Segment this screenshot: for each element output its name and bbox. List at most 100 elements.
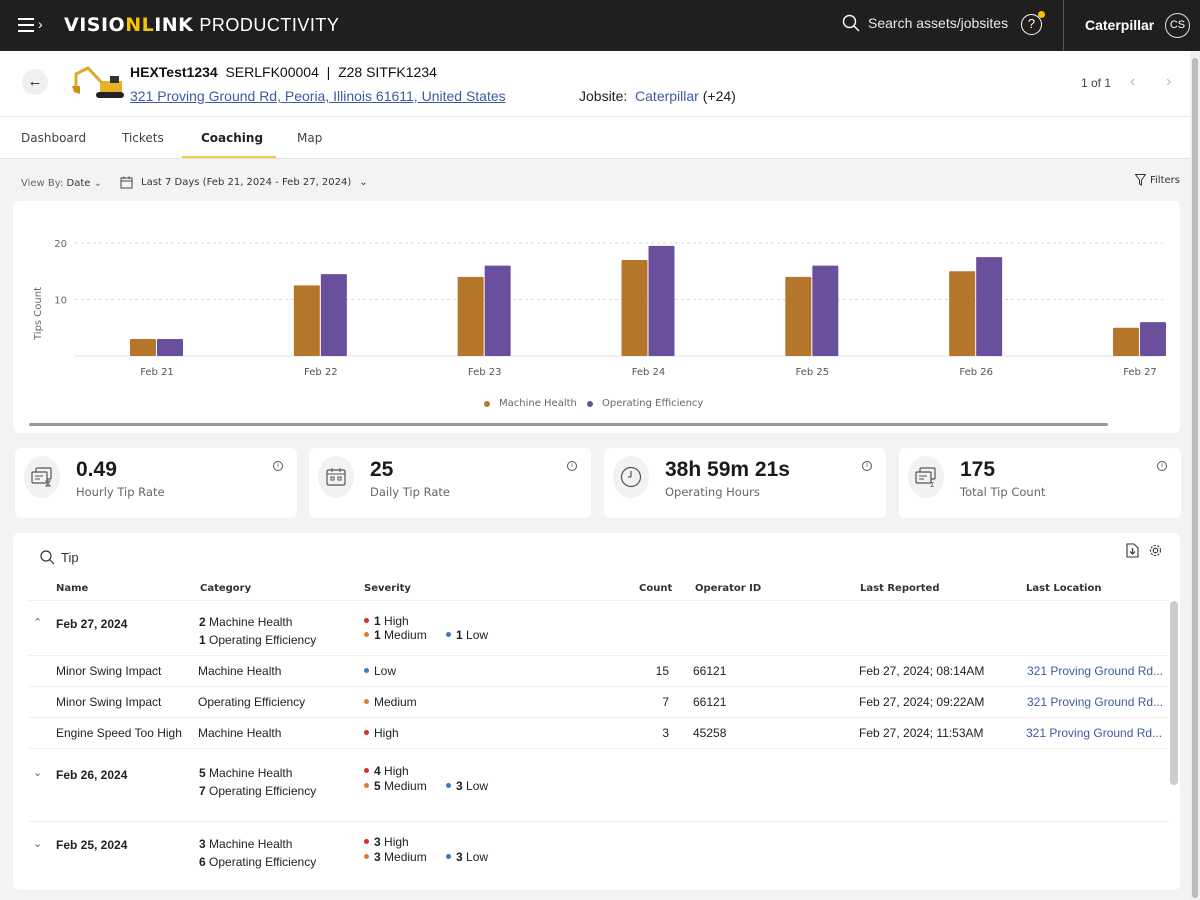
search-placeholder: Search assets/jobsites [868, 15, 1009, 31]
app-logo: VISIONLINK PRODUCTIVITY [64, 14, 339, 36]
y-axis-label: Tips Count [33, 287, 44, 341]
kpi-value: 38h 59m 21s [665, 458, 790, 481]
x-tick-label: Feb 24 [632, 367, 666, 378]
kpi-value: 0.49 [76, 458, 117, 481]
jobsite-info: Jobsite: Caterpillar (+24) [579, 88, 736, 104]
help-button[interactable]: ? [1021, 11, 1045, 35]
group-severity-low: 3 Low [446, 779, 488, 793]
settings-gear-icon[interactable] [1148, 543, 1163, 558]
asset-tabs: Dashboard Tickets Coaching Map [0, 117, 1190, 159]
severity-dot [364, 632, 369, 638]
last-location-link[interactable]: 321 Proving Ground Rd... [1027, 664, 1163, 678]
info-icon[interactable]: i [273, 461, 283, 471]
download-file-icon[interactable] [1126, 543, 1139, 558]
divider [29, 600, 1169, 601]
last-location-link[interactable]: 321 Proving Ground Rd... [1027, 695, 1163, 709]
severity-dot [446, 632, 451, 638]
view-by-label: View By: [21, 178, 64, 189]
asset-address-link[interactable]: 321 Proving Ground Rd, Peoria, Illinois … [130, 88, 506, 104]
operator-id: 45258 [693, 726, 727, 740]
asset-name: HEXTest1234 [130, 64, 218, 80]
previous-asset-button[interactable]: ‹ [1130, 73, 1135, 91]
severity-dot [446, 854, 451, 860]
info-icon[interactable]: i [567, 461, 577, 471]
user-avatar[interactable]: CS [1165, 13, 1190, 38]
legend-marker [484, 401, 490, 407]
y-tick-label: 20 [54, 239, 67, 250]
tab-map[interactable]: Map [297, 131, 322, 145]
view-by-value: Date [66, 178, 91, 189]
severity-dot [364, 783, 369, 789]
chevron-up-icon[interactable]: ⌃ [33, 616, 42, 629]
severity-dot [364, 699, 369, 705]
tab-coaching[interactable]: Coaching [201, 131, 263, 145]
account-name[interactable]: Caterpillar [1085, 17, 1154, 33]
legend-label: Machine Health [499, 398, 577, 409]
info-icon[interactable]: i [862, 461, 872, 471]
column-header-severity[interactable]: Severity [364, 583, 411, 594]
jobsite-label: Jobsite: [579, 88, 628, 104]
column-header-count[interactable]: Count [639, 583, 672, 594]
back-button[interactable]: ← [22, 69, 48, 95]
tip-category: Machine Health [198, 664, 282, 678]
group-category-2: 6 Operating Efficiency [199, 855, 317, 869]
chart-horizontal-scrollbar[interactable] [29, 423, 1108, 426]
last-location-link[interactable]: 321 Proving Ground Rd... [1026, 726, 1162, 740]
tip-severity: Low [364, 664, 396, 678]
group-severity-medium: 3 Medium [364, 850, 427, 864]
column-header-name[interactable]: Name [56, 583, 88, 594]
question-mark-icon: ? [1027, 16, 1036, 31]
kpi-label: Operating Hours [665, 485, 760, 499]
group-severity-high: 1 High [364, 614, 409, 628]
search-icon [40, 550, 55, 565]
bar-machine-health [457, 276, 484, 356]
group-severity-medium: 1 Medium [364, 628, 427, 642]
column-header-last-reported[interactable]: Last Reported [860, 583, 940, 594]
last-reported: Feb 27, 2024; 08:14AM [859, 664, 985, 678]
info-icon[interactable]: i [1157, 461, 1167, 471]
menu-toggle-button[interactable]: › [18, 14, 52, 36]
group-category-2: 1 Operating Efficiency [199, 633, 317, 647]
clock-icon [613, 456, 649, 498]
filters-button[interactable]: Filters [1135, 174, 1180, 186]
bar-operating-efficiency [976, 257, 1003, 356]
severity-dot [446, 783, 451, 789]
severity-dot [364, 730, 369, 736]
divider [29, 686, 1169, 687]
bar-operating-efficiency [1140, 322, 1166, 356]
filter-icon [1135, 174, 1146, 186]
column-header-category[interactable]: Category [200, 583, 251, 594]
jobsite-extra-count: (+24) [702, 88, 736, 104]
table-vertical-scrollbar[interactable] [1170, 601, 1178, 785]
brand-name: VISIONLINK [64, 14, 194, 36]
excavator-image [72, 66, 124, 98]
table-actions [1126, 543, 1163, 558]
bar-machine-health [785, 276, 812, 356]
global-search[interactable]: Search assets/jobsites [842, 14, 1008, 32]
tip-name: Minor Swing Impact [56, 664, 162, 678]
chevron-down-icon[interactable]: ⌄ [33, 766, 42, 779]
column-header-operator-id[interactable]: Operator ID [695, 583, 761, 594]
y-tick-label: 10 [54, 296, 67, 307]
tab-dashboard[interactable]: Dashboard [21, 131, 86, 145]
chevron-down-icon[interactable]: ⌄ [33, 837, 42, 850]
tab-tickets[interactable]: Tickets [122, 131, 164, 145]
bar-machine-health [293, 285, 320, 356]
title-separator: | [326, 64, 331, 80]
group-date: Feb 27, 2024 [56, 617, 128, 631]
date-range-dropdown[interactable]: Last 7 Days (Feb 21, 2024 - Feb 27, 2024… [120, 176, 368, 189]
asset-header: ← HEXTest1234 SERLFK00004 | Z28 SITFK123… [0, 51, 1190, 117]
group-severity-low: 3 Low [446, 850, 488, 864]
legend-marker [587, 401, 593, 407]
scrollbar-thumb[interactable] [1192, 58, 1198, 898]
next-asset-button[interactable]: › [1166, 73, 1171, 91]
severity-dot [364, 668, 369, 674]
tip-search-input[interactable]: Tip [40, 550, 79, 565]
tip-count: 15 [655, 664, 669, 678]
chevron-left-icon: ‹ [1130, 73, 1136, 90]
page-vertical-scrollbar[interactable] [1190, 51, 1200, 900]
column-header-last-location[interactable]: Last Location [1026, 583, 1101, 594]
view-by-dropdown[interactable]: View By: Date ⌄ [21, 178, 102, 189]
tip-category: Machine Health [198, 726, 282, 740]
jobsite-link[interactable]: Caterpillar [635, 88, 699, 104]
